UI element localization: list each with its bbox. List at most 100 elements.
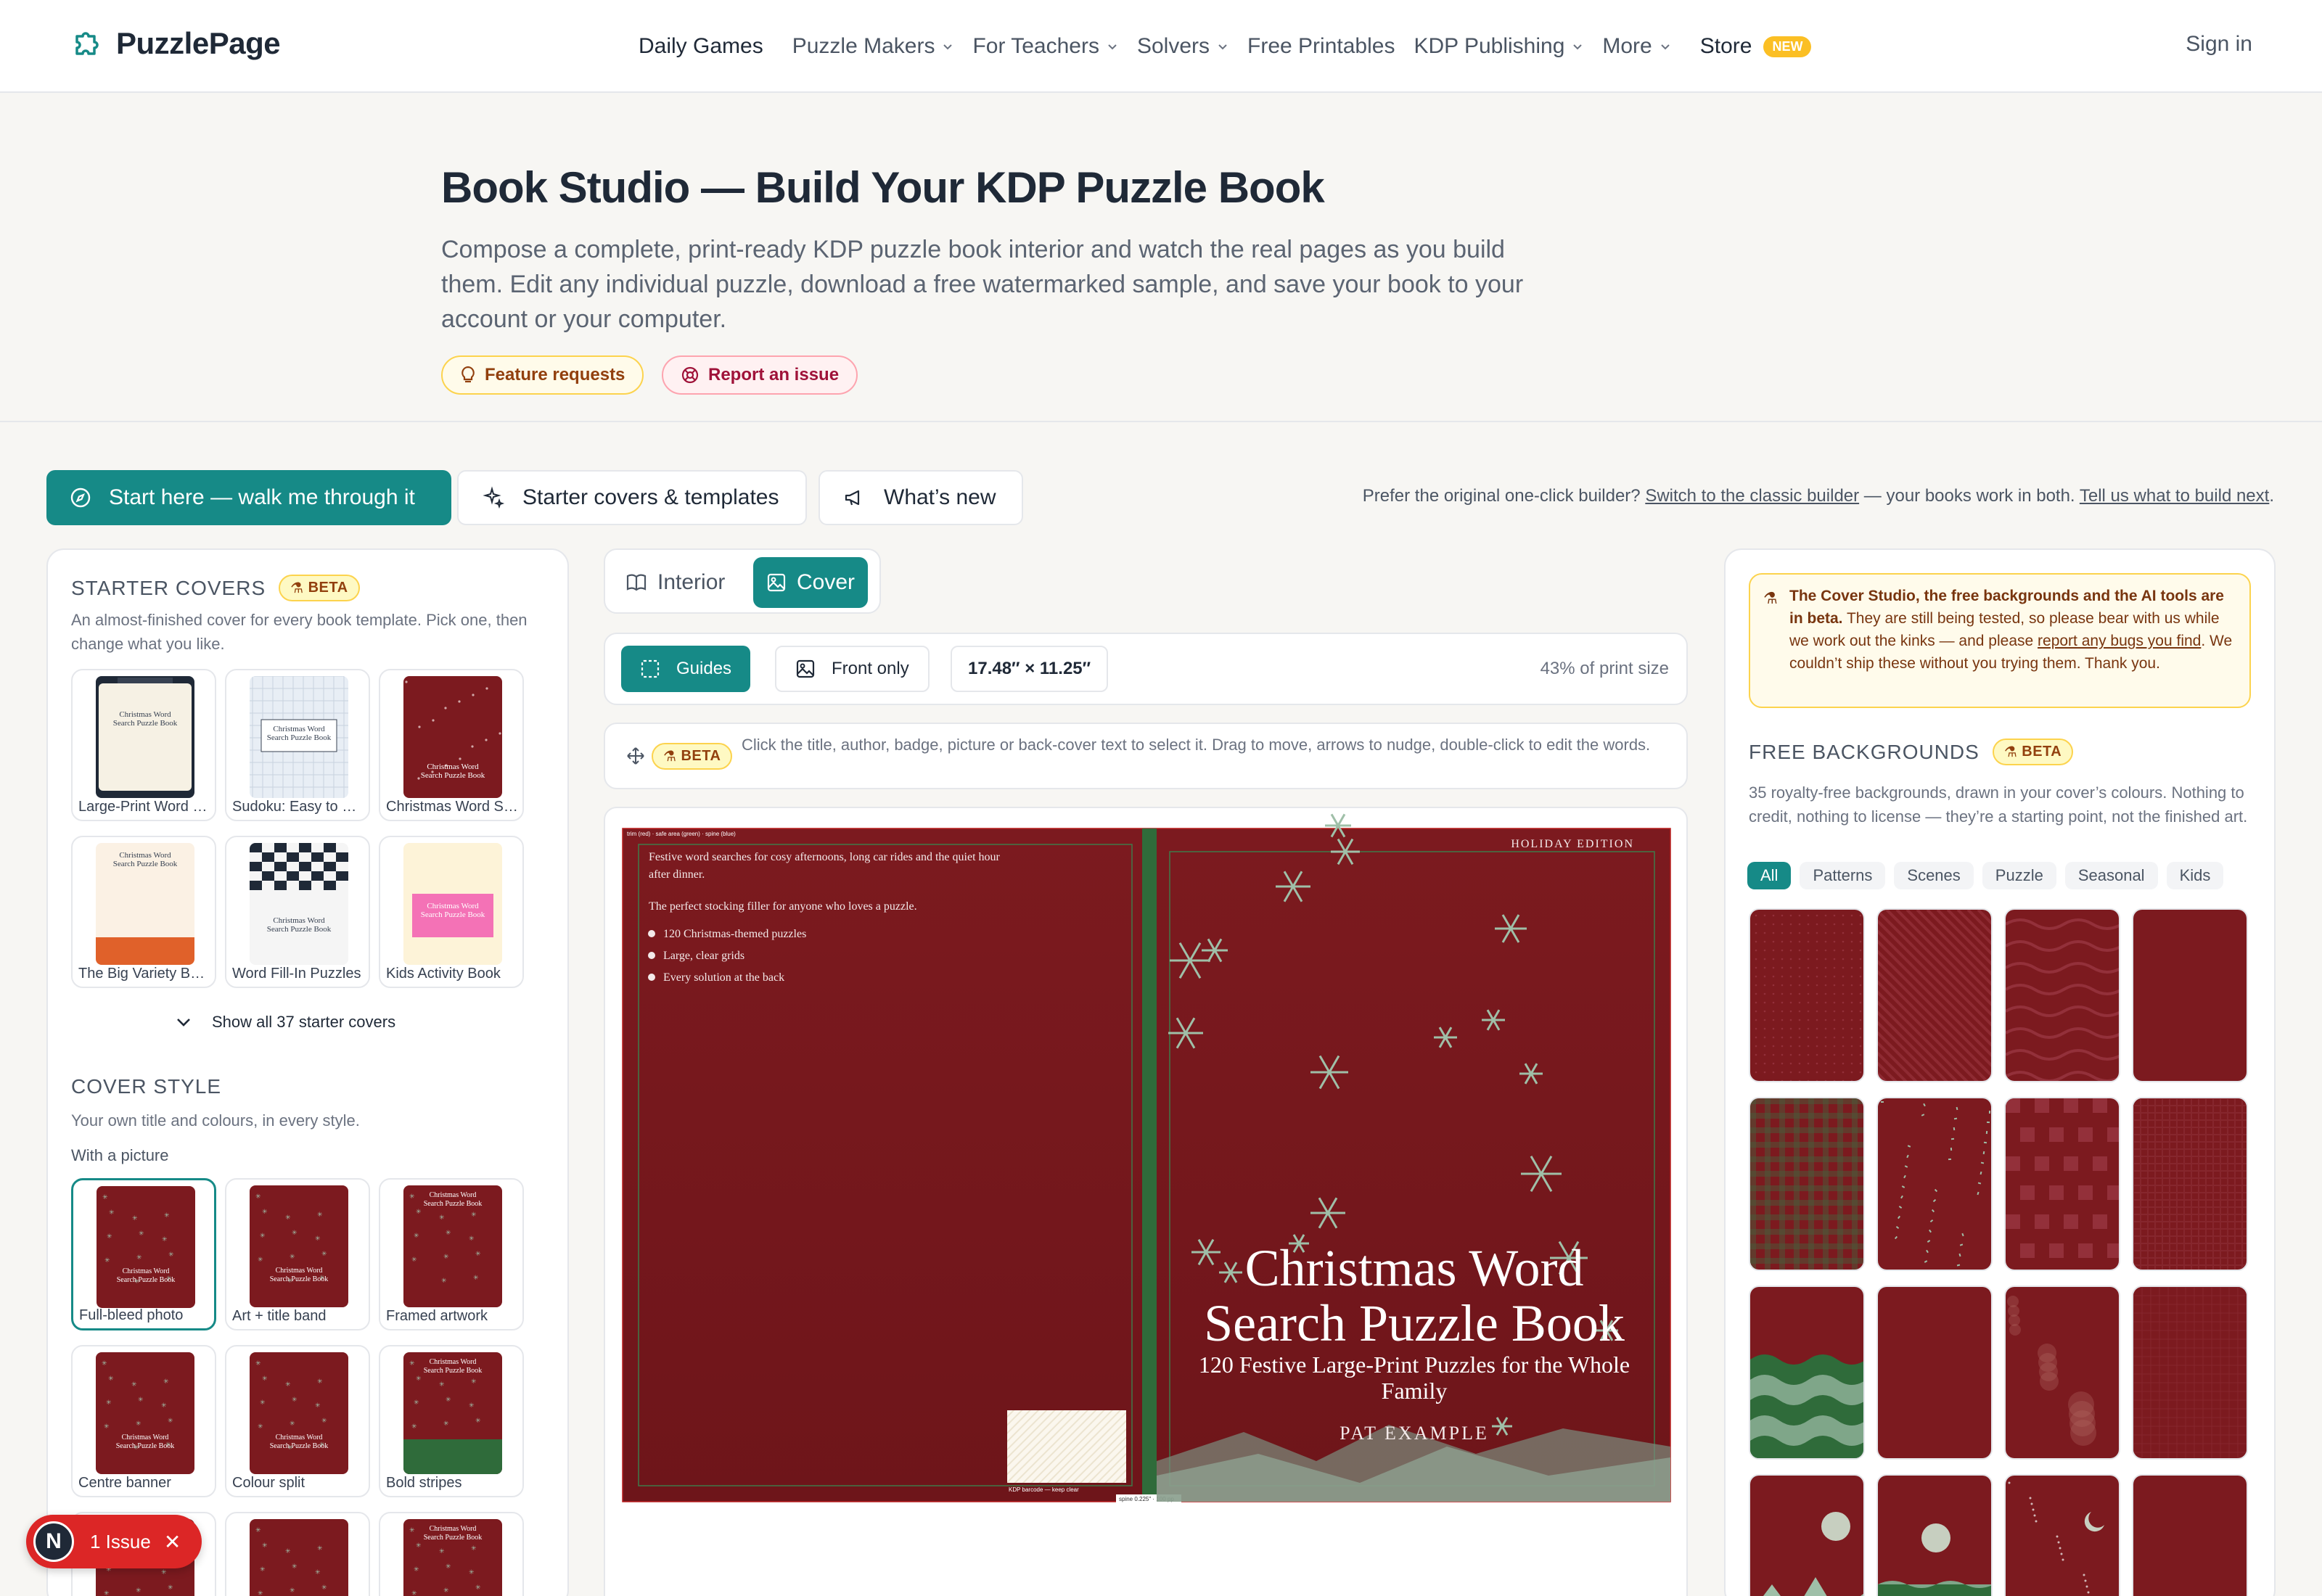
cover-style-card[interactable]: ✳✳✳✳✳✳✳✳✳✳✳✳Christmas WordSearch Puzzle …	[225, 1512, 370, 1596]
classic-builder-link[interactable]: Switch to the classic builder	[1645, 486, 1859, 506]
show-all-starter-covers-button[interactable]: Show all 37 starter covers	[176, 1013, 395, 1032]
nav-item-6[interactable]: More	[1602, 34, 1670, 59]
back-blurb-line-1[interactable]: Festive word searches for cosy afternoon…	[649, 851, 1001, 863]
svg-text:Christmas Word: Christmas Word	[119, 710, 171, 719]
front-only-toggle[interactable]: Front only	[775, 646, 930, 692]
cover-style-card[interactable]: ✳✳✳✳✳✳✳✳✳✳✳✳Christmas WordSearch Puzzle …	[379, 1178, 524, 1330]
nav-item-4[interactable]: Free Printables	[1247, 34, 1395, 59]
cover-author[interactable]: PAT EXAMPLE	[1340, 1423, 1489, 1444]
svg-text:✳: ✳	[315, 1235, 321, 1242]
filter-chip[interactable]: Scenes	[1894, 862, 1974, 889]
feedback-link[interactable]: Tell us what to build next	[2080, 486, 2269, 506]
nav-item-store[interactable]: Store NEW	[1700, 34, 1812, 59]
feature-requests-button[interactable]: Feature requests	[441, 355, 644, 395]
whats-new-button[interactable]: What’s new	[819, 470, 1023, 525]
cover-style-card[interactable]: ✳✳✳✳✳✳✳✳✳✳✳✳Christmas WordSearch Puzzle …	[379, 1512, 524, 1596]
svg-text:Search Puzzle Book: Search Puzzle Book	[270, 1275, 329, 1283]
beta-badge: ⚗ BETA	[279, 575, 360, 601]
starter-covers-button[interactable]: Starter covers & templates	[457, 470, 807, 525]
filter-chip[interactable]: Patterns	[1800, 862, 1886, 889]
svg-text:Christmas Word: Christmas Word	[276, 1433, 323, 1441]
background-tile[interactable]	[1749, 1097, 1865, 1271]
cover-style-card[interactable]: ✳✳✳✳✳✳✳✳✳✳✳✳Christmas WordSearch Puzzle …	[71, 1178, 216, 1330]
cover-title-line-1[interactable]: Christmas Word	[1245, 1239, 1584, 1297]
cover-subtitle-line-2[interactable]: Family	[1382, 1378, 1448, 1404]
starter-cover-card[interactable]: Christmas Word Search Puzzle Book Sudoku:…	[225, 669, 370, 821]
back-tagline[interactable]: The perfect stocking filler for anyone w…	[649, 900, 917, 913]
svg-text:✳: ✳	[262, 1375, 268, 1382]
report-issue-button[interactable]: Report an issue	[662, 355, 858, 395]
sign-in-link[interactable]: Sign in	[2186, 32, 2252, 57]
cover-thumbnail: ✳✳✳✳✳✳✳✳✳✳✳✳Christmas WordSearch Puzzle …	[250, 1185, 348, 1307]
filter-chip[interactable]: Kids	[2166, 862, 2224, 889]
cover-style-card[interactable]: ✳✳✳✳✳✳✳✳✳✳✳✳Christmas WordSearch Puzzle …	[71, 1345, 216, 1497]
issue-toast[interactable]: N 1 Issue ✕	[26, 1515, 202, 1568]
svg-text:✳: ✳	[416, 1542, 422, 1549]
nav-item-1[interactable]: Puzzle Makers	[792, 34, 954, 59]
cover-style-card[interactable]: ✳✳✳✳✳✳✳✳✳✳✳✳Christmas WordSearch Puzzle …	[225, 1178, 370, 1330]
issue-count[interactable]: 1 Issue	[90, 1531, 151, 1553]
starter-cover-card[interactable]: Christmas Word Search Puzzle Book Word Fi…	[225, 836, 370, 988]
svg-text:✳: ✳	[255, 1360, 261, 1367]
lifebuoy-icon	[681, 366, 699, 384]
filter-chip[interactable]: Puzzle	[1982, 862, 2056, 889]
svg-text:✳: ✳	[139, 1230, 144, 1237]
close-icon[interactable]: ✕	[164, 1530, 181, 1554]
back-blurb-line-2[interactable]: after dinner.	[649, 868, 705, 881]
guides-toggle[interactable]: Guides	[621, 646, 751, 692]
svg-text:✳: ✳	[439, 1214, 445, 1221]
svg-text:✳: ✳	[255, 1193, 261, 1200]
background-tile[interactable]	[2004, 1286, 2120, 1460]
holiday-badge[interactable]: HOLIDAY EDITION	[1511, 838, 1634, 850]
nav-item-0[interactable]: Daily Games	[639, 34, 763, 59]
nav-item-3[interactable]: Solvers	[1137, 34, 1228, 59]
starter-cover-card[interactable]: Christmas Word Search Puzzle Book Christm…	[379, 669, 524, 821]
starter-cover-card[interactable]: Christmas Word Search Puzzle Book Large-P…	[71, 669, 216, 821]
brand-logo[interactable]: PuzzlePage	[70, 26, 281, 61]
svg-text:✳: ✳	[473, 1274, 479, 1281]
cover-style-card[interactable]: ✳✳✳✳✳✳✳✳✳✳✳✳Christmas WordSearch Puzzle …	[225, 1345, 370, 1497]
start-here-button[interactable]: Start here — walk me through it	[46, 470, 451, 525]
beta-label: BETA	[681, 748, 721, 764]
svg-text:✳: ✳	[262, 1542, 268, 1549]
svg-text:✳: ✳	[321, 1584, 327, 1591]
cover-style-card[interactable]: ✳✳✳✳✳✳✳✳✳✳✳✳Christmas WordSearch Puzzle …	[379, 1345, 524, 1497]
background-tile[interactable]	[1749, 1474, 1865, 1596]
background-tile[interactable]	[2004, 908, 2120, 1082]
svg-text:✳: ✳	[104, 1589, 110, 1596]
editing-hint: ⚗ BETA Click the title, author, badge, pi…	[604, 723, 1688, 789]
background-tile[interactable]	[1876, 1474, 1993, 1596]
svg-text:Search Puzzle Book: Search Puzzle Book	[421, 910, 485, 919]
cover-title-line-2[interactable]: Search Puzzle Book	[1204, 1294, 1625, 1352]
cover-preview[interactable]: trim (red) · safe area (green) · spine (…	[605, 808, 1688, 1596]
background-tile[interactable]	[2004, 1097, 2120, 1271]
background-tile[interactable]	[2132, 1097, 2248, 1271]
tab-interior[interactable]: Interior	[612, 557, 738, 608]
nav-item-label: Daily Games	[639, 34, 763, 58]
starter-cover-card[interactable]: Christmas Word Search Puzzle Book Kids Ac…	[379, 836, 524, 988]
background-tile[interactable]	[2132, 908, 2248, 1082]
background-tile[interactable]	[2132, 1286, 2248, 1460]
background-tile[interactable]	[2132, 1474, 2248, 1596]
background-tile[interactable]	[2004, 1474, 2120, 1596]
cover-templates-panel: STARTER COVERS ⚗ BETA An almost-finished …	[46, 548, 569, 1596]
background-tile[interactable]	[1749, 1286, 1865, 1460]
chevron-down-icon	[177, 1019, 190, 1027]
nav-item-5[interactable]: KDP Publishing	[1414, 34, 1583, 59]
cover-subtitle-line-1[interactable]: 120 Festive Large-Print Puzzles for the …	[1199, 1352, 1630, 1378]
background-tile[interactable]	[1876, 1097, 1993, 1271]
starter-cover-card[interactable]: Christmas Word Search Puzzle Book The Big…	[71, 836, 216, 988]
background-tile[interactable]	[1749, 908, 1865, 1082]
svg-text:✳: ✳	[409, 1193, 415, 1200]
background-tile[interactable]	[1876, 1286, 1993, 1460]
svg-text:Christmas Word: Christmas Word	[122, 1433, 169, 1441]
report-bugs-link[interactable]: report any bugs you find	[2038, 633, 2201, 649]
background-tile[interactable]	[1876, 908, 1993, 1082]
filter-chip[interactable]: All	[1747, 862, 1792, 889]
starter-covers-description: An almost-finished cover for every book …	[71, 611, 528, 653]
nav-item-2[interactable]: For Teachers	[972, 34, 1118, 59]
svg-text:✳: ✳	[168, 1251, 174, 1258]
tab-cover[interactable]: Cover	[753, 557, 869, 608]
svg-text:✳: ✳	[416, 1208, 422, 1215]
filter-chip[interactable]: Seasonal	[2064, 862, 2158, 889]
